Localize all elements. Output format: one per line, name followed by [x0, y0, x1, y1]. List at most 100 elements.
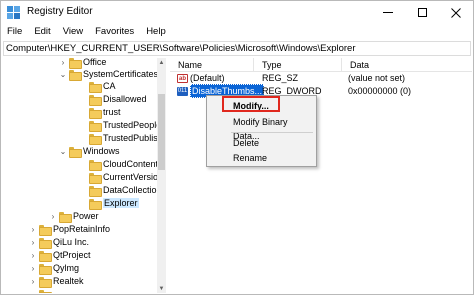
tree-item-label: Qylmg — [53, 263, 80, 273]
folder-icon — [39, 263, 52, 275]
minimize-icon — [383, 12, 393, 13]
folder-icon — [89, 81, 102, 93]
tree-item-systemcertificates[interactable]: ⌄ SystemCertificates — [59, 68, 159, 81]
chevron-right-icon[interactable]: › — [29, 262, 37, 274]
folder-icon — [89, 133, 102, 145]
context-menu-separator — [231, 132, 313, 133]
tree-scrollbar[interactable]: ▲ ▼ — [157, 58, 166, 293]
context-menu-modify-binary[interactable]: Modify Binary Data... — [207, 115, 316, 141]
folder-icon — [89, 107, 102, 119]
tree-item-explorer[interactable]: Explorer — [79, 197, 139, 210]
tree-item-label: Realtek — [53, 276, 84, 286]
folder-icon — [89, 94, 102, 106]
close-button[interactable] — [439, 1, 473, 24]
folder-icon — [69, 146, 82, 158]
maximize-button[interactable] — [405, 1, 439, 24]
binary-value-icon: 011 — [177, 86, 188, 96]
tree-item-label: SystemCertificates — [83, 69, 159, 79]
tree-item-popretaininfo[interactable]: › PopRetainInfo — [29, 223, 110, 236]
value-data: (value not set) — [348, 73, 406, 83]
registry-tree: › Office ⌄ SystemCertificates CA Disallowe… — [3, 58, 166, 293]
folder-icon — [39, 276, 52, 288]
tree-item-label: CA — [103, 81, 116, 91]
tree-item-qtproject[interactable]: › QtProject — [29, 249, 91, 262]
value-data: 0x00000000 (0) — [348, 86, 412, 96]
value-type: REG_SZ — [262, 73, 299, 83]
tree-item-windows[interactable]: ⌄ Windows — [59, 145, 120, 158]
minimize-button[interactable] — [371, 1, 405, 24]
folder-icon — [69, 58, 82, 69]
menu-edit[interactable]: Edit — [28, 24, 56, 40]
menu-view[interactable]: View — [57, 24, 89, 40]
tree-item-label: trust — [103, 107, 121, 117]
scrollbar-thumb[interactable] — [158, 94, 165, 170]
tree-item-cloudcontent[interactable]: CloudContent — [79, 158, 158, 171]
close-icon — [451, 7, 461, 18]
tree-item-trustedpublisher[interactable]: TrustedPublisher — [79, 132, 165, 145]
tree-item-datacollection[interactable]: DataCollection — [79, 184, 162, 197]
tree-item-label: QiLu Inc. — [53, 237, 90, 247]
folder-icon — [89, 159, 102, 171]
tree-item-currentversion[interactable]: CurrentVersion — [79, 171, 164, 184]
tree-item-label: Office — [83, 58, 107, 67]
tree-item-partial[interactable]: › — [29, 288, 53, 293]
tree-item-label: QtProject — [53, 250, 91, 260]
value-row-default[interactable]: ab (Default) REG_SZ (value not set) — [170, 72, 472, 84]
folder-icon — [89, 198, 102, 210]
folder-icon — [39, 224, 52, 236]
tree-item-ca[interactable]: CA — [79, 80, 116, 93]
folder-icon — [89, 172, 102, 184]
chevron-right-icon[interactable]: › — [29, 275, 37, 287]
tree-item-label: CurrentVersion — [103, 172, 164, 182]
chevron-down-icon[interactable]: ⌄ — [59, 145, 67, 157]
scroll-up-arrow-icon[interactable]: ▲ — [157, 58, 166, 67]
tree-item-qylmg[interactable]: › Qylmg — [29, 262, 80, 275]
registry-editor-icon — [7, 6, 20, 19]
menu-favorites[interactable]: Favorites — [89, 24, 140, 40]
chevron-down-icon[interactable]: ⌄ — [59, 68, 67, 80]
tree-item-label: Windows — [83, 146, 120, 156]
value-name-cell: ab (Default) — [177, 72, 225, 84]
tree-item-trust[interactable]: trust — [79, 106, 121, 119]
tree-item-label: Disallowed — [103, 94, 147, 104]
column-header-data[interactable]: Data — [342, 58, 472, 72]
highlight-box — [222, 96, 280, 112]
tree-item-trustedpeople[interactable]: TrustedPeople — [79, 119, 161, 132]
tree-item-office[interactable]: › Office — [59, 58, 107, 69]
string-value-icon: ab — [177, 73, 188, 83]
tree-item-realtek[interactable]: › Realtek — [29, 275, 84, 288]
context-menu-rename[interactable]: Rename — [207, 151, 316, 165]
chevron-right-icon[interactable]: › — [29, 288, 37, 294]
tree-item-disallowed[interactable]: Disallowed — [79, 93, 147, 106]
scroll-down-arrow-icon[interactable]: ▼ — [157, 284, 166, 293]
window-title: Registry Editor — [27, 6, 93, 17]
folder-icon — [39, 250, 52, 262]
tree-item-qilu[interactable]: › QiLu Inc. — [29, 236, 90, 249]
registry-editor-window: Registry Editor File Edit View Favorites… — [0, 0, 474, 295]
folder-icon — [59, 211, 72, 223]
menu-help[interactable]: Help — [140, 24, 172, 40]
chevron-right-icon[interactable]: › — [49, 210, 57, 222]
title-bar: Registry Editor — [1, 1, 473, 24]
context-menu-delete[interactable]: Delete — [207, 136, 316, 150]
chevron-right-icon[interactable]: › — [29, 223, 37, 235]
folder-icon — [89, 185, 102, 197]
folder-icon — [39, 237, 52, 249]
tree-item-power[interactable]: › Power — [49, 210, 99, 223]
menu-file[interactable]: File — [1, 24, 28, 40]
chevron-right-icon[interactable]: › — [29, 236, 37, 248]
column-header-type[interactable]: Type — [254, 58, 342, 72]
tree-item-label: Explorer — [103, 198, 139, 208]
chevron-right-icon[interactable]: › — [29, 249, 37, 261]
folder-icon — [69, 69, 82, 81]
folder-icon — [39, 289, 52, 293]
column-header-name[interactable]: Name — [170, 58, 254, 72]
tree-item-label: Power — [73, 211, 99, 221]
chevron-right-icon[interactable]: › — [59, 58, 67, 68]
address-bar[interactable]: Computer\HKEY_CURRENT_USER\Software\Poli… — [3, 41, 471, 56]
